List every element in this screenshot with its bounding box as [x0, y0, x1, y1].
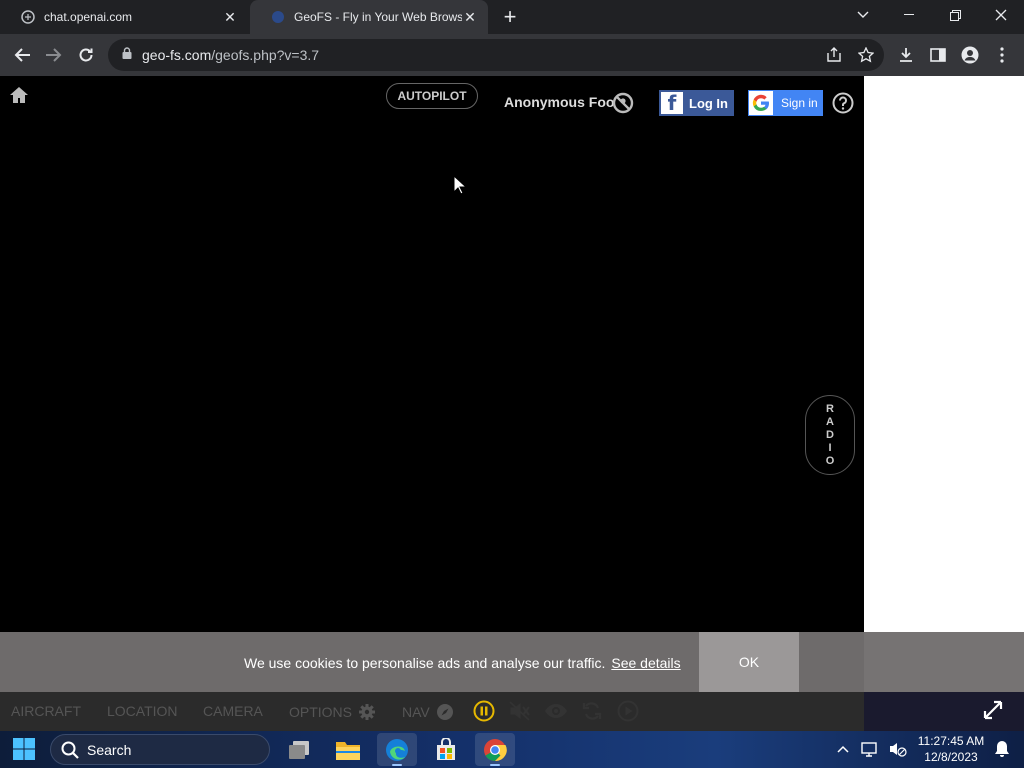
cookie-message-text: We use cookies to personalise ads and an…	[244, 655, 606, 671]
menu-aircraft[interactable]: AIRCRAFT	[11, 703, 81, 719]
menu-location[interactable]: LOCATION	[107, 703, 178, 719]
profile-icon[interactable]	[958, 43, 982, 67]
minimize-icon[interactable]	[886, 0, 932, 30]
share-icon[interactable]	[822, 43, 846, 67]
taskbar-search-box[interactable]: Search	[50, 734, 270, 765]
url-text: geo-fs.com/geofs.php?v=3.7	[142, 47, 319, 63]
menu-nav-label: NAV	[402, 704, 430, 720]
network-icon[interactable]	[860, 739, 880, 759]
cookie-message: We use cookies to personalise ads and an…	[244, 655, 681, 671]
cookie-banner-extension	[864, 632, 1024, 692]
openai-icon	[20, 9, 36, 25]
tab-chat-openai[interactable]: chat.openai.com ✕	[0, 0, 248, 34]
search-icon	[61, 741, 79, 759]
clock-date: 12/8/2023	[924, 750, 978, 764]
download-icon[interactable]	[894, 43, 918, 67]
active-indicator	[392, 764, 402, 766]
menu-camera[interactable]: CAMERA	[203, 703, 263, 719]
menu-options[interactable]: OPTIONS	[289, 703, 376, 721]
system-clock[interactable]: 11:27:45 AM 12/8/2023	[914, 733, 988, 765]
active-indicator	[490, 764, 500, 766]
home-icon[interactable]	[9, 86, 29, 106]
no-entry-icon[interactable]	[612, 92, 634, 114]
search-placeholder: Search	[87, 741, 132, 758]
close-tab-icon[interactable]: ✕	[222, 9, 238, 25]
cookie-ok-button[interactable]: OK	[699, 632, 799, 692]
address-bar[interactable]: geo-fs.com/geofs.php?v=3.7	[108, 39, 884, 71]
gear-icon	[359, 704, 376, 720]
reset-icon[interactable]	[580, 699, 604, 723]
chrome-icon[interactable]	[475, 733, 515, 766]
cookie-banner: We use cookies to personalise ads and an…	[0, 632, 864, 692]
eye-icon[interactable]	[544, 699, 568, 723]
kebab-menu-icon[interactable]	[990, 43, 1014, 67]
file-explorer-icon[interactable]	[328, 733, 368, 766]
forward-arrow-icon[interactable]	[42, 43, 66, 67]
pause-icon[interactable]	[472, 699, 496, 723]
tab-geofs[interactable]: GeoFS - Fly in Your Web Browse ✕	[250, 0, 488, 34]
url-path: /geofs.php?v=3.7	[211, 47, 320, 63]
side-blank-area	[864, 76, 1024, 632]
facebook-login-button[interactable]: f Log In	[659, 90, 734, 116]
edge-icon[interactable]	[377, 733, 417, 766]
radio-letter: A	[826, 415, 834, 428]
show-hidden-icons-chevron-icon[interactable]	[833, 739, 853, 759]
radio-letter: R	[826, 402, 834, 415]
geofs-bottom-bar: AIRCRAFT LOCATION CAMERA OPTIONS NAV	[0, 692, 864, 731]
microsoft-store-icon[interactable]	[426, 733, 466, 766]
reload-icon[interactable]	[74, 43, 98, 67]
browser-tab-bar: chat.openai.com ✕ GeoFS - Fly in Your We…	[0, 0, 1024, 34]
new-tab-button[interactable]: +	[500, 6, 520, 28]
close-window-icon[interactable]	[978, 0, 1024, 30]
bookmark-star-icon[interactable]	[854, 43, 878, 67]
compass-icon	[436, 704, 453, 720]
task-view-icon[interactable]	[279, 733, 319, 766]
mute-icon[interactable]	[508, 699, 532, 723]
notification-bell-icon[interactable]	[992, 739, 1012, 759]
back-arrow-icon[interactable]	[10, 43, 34, 67]
windows-start-icon[interactable]	[12, 737, 36, 761]
facebook-login-label: Log In	[689, 95, 728, 111]
radio-letter: D	[826, 428, 834, 441]
google-icon	[749, 91, 773, 115]
clock-time: 11:27:45 AM	[917, 734, 985, 748]
menu-nav[interactable]: NAV	[402, 703, 454, 721]
geofs-viewport[interactable]: AUTOPILOT Anonymous Foo f Log In Sign in…	[0, 76, 1024, 731]
url-host: geo-fs.com	[142, 47, 212, 63]
play-icon[interactable]	[616, 699, 640, 723]
autopilot-button[interactable]: AUTOPILOT	[386, 83, 478, 109]
volume-muted-icon[interactable]	[888, 739, 908, 759]
lock-icon[interactable]	[122, 46, 132, 64]
user-name: Anonymous Foo	[504, 94, 615, 110]
menu-options-label: OPTIONS	[289, 704, 353, 720]
tab-title: GeoFS - Fly in Your Web Browse	[294, 10, 462, 24]
browser-toolbar: geo-fs.com/geofs.php?v=3.7	[0, 34, 1024, 76]
tab-search-chevron-icon[interactable]	[840, 0, 886, 30]
geofs-icon	[270, 9, 286, 25]
facebook-icon: f	[661, 92, 683, 114]
radio-letter: O	[825, 454, 835, 467]
google-signin-label: Sign in	[781, 96, 818, 110]
close-tab-icon[interactable]: ✕	[462, 9, 478, 25]
windows-taskbar: Search 11:27:45 AM 12/8/2023	[0, 731, 1024, 768]
tab-title: chat.openai.com	[44, 10, 133, 24]
restore-icon[interactable]	[932, 0, 978, 30]
help-icon[interactable]	[832, 92, 854, 114]
side-panel-icon[interactable]	[926, 43, 950, 67]
google-signin-button[interactable]: Sign in	[748, 90, 823, 116]
fullscreen-icon[interactable]	[982, 699, 1004, 721]
mouse-cursor-icon	[453, 174, 468, 195]
see-details-link[interactable]: See details	[611, 655, 680, 671]
radio-letter: I	[828, 441, 832, 454]
radio-button[interactable]: R A D I O	[805, 395, 855, 475]
